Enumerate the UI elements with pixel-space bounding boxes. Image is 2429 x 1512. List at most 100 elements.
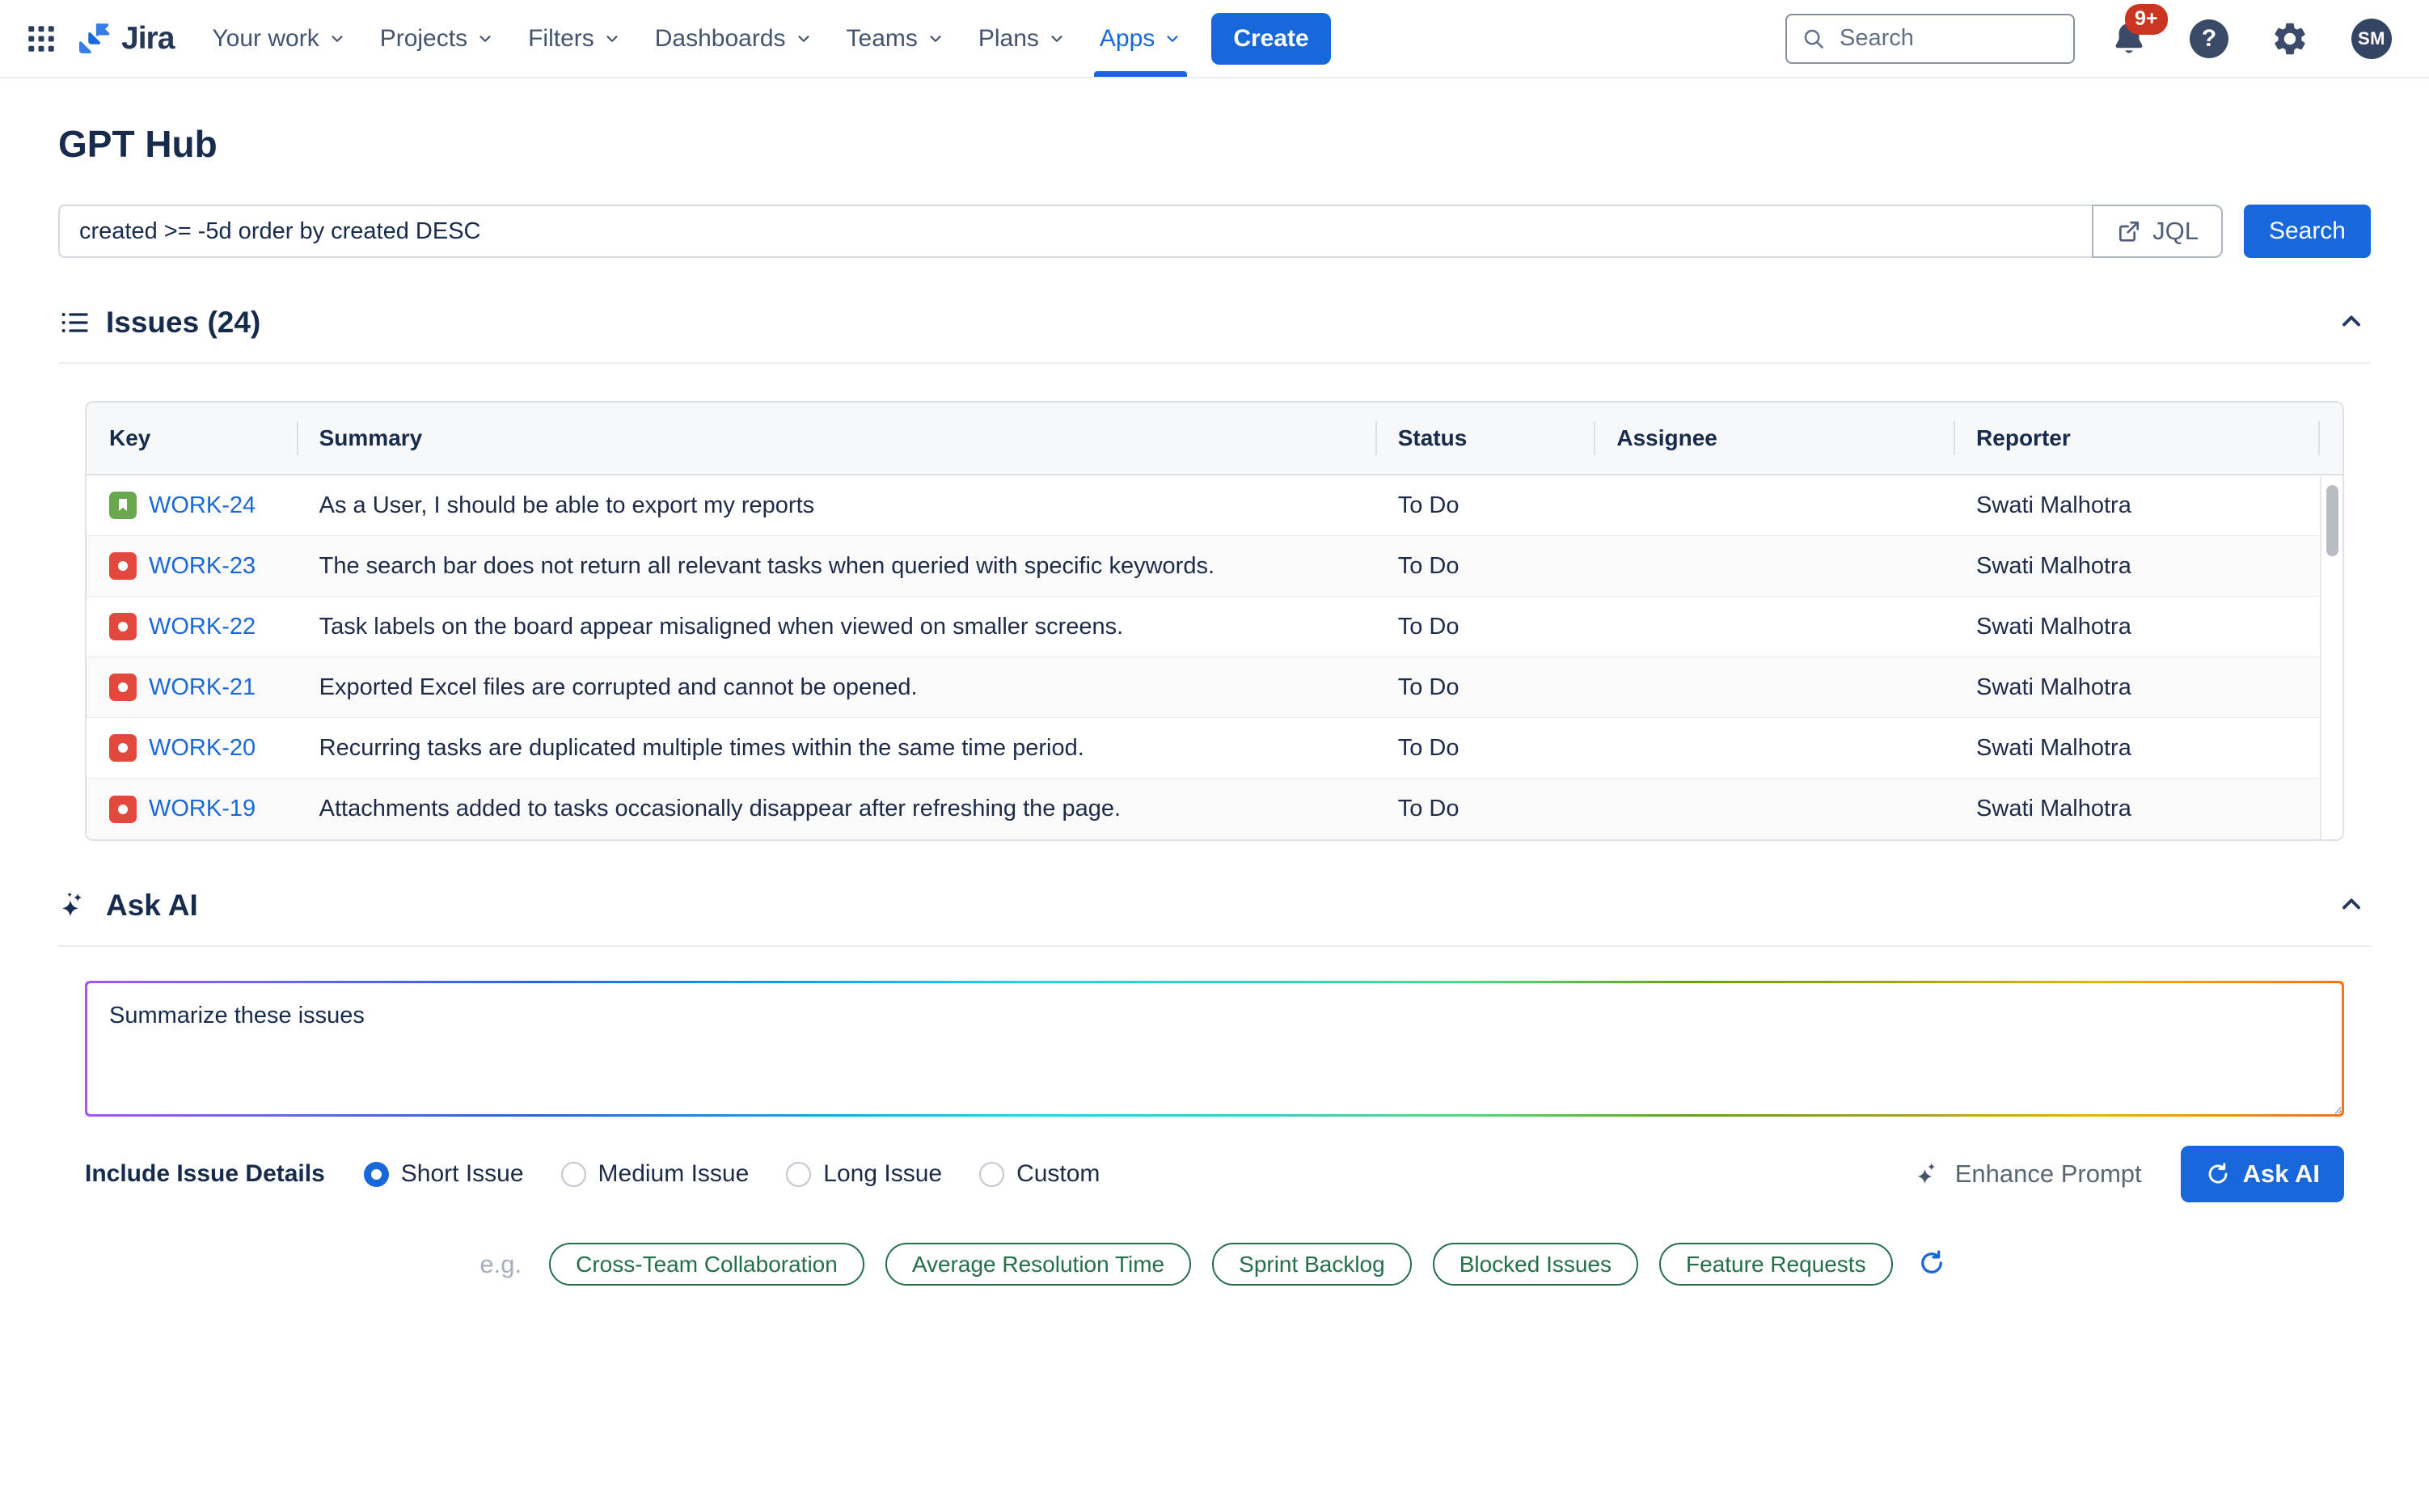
table-row[interactable]: WORK-23 The search bar does not return a… [87, 536, 2342, 597]
radio-icon [364, 1162, 389, 1187]
jql-input-group: JQL [58, 205, 2223, 258]
chevron-down-icon [328, 30, 346, 48]
create-button[interactable]: Create [1211, 13, 1330, 65]
issue-summary: Task labels on the board appear misalign… [297, 614, 1375, 640]
nav-item-projects[interactable]: Projects [363, 0, 511, 77]
issue-status: To Do [1375, 553, 1595, 580]
issue-status: To Do [1375, 674, 1595, 701]
ask-ai-section-header: Ask AI [58, 885, 2371, 926]
issue-summary: As a User, I should be able to export my… [297, 492, 1375, 519]
chevron-down-icon [795, 30, 813, 48]
settings-button[interactable] [2264, 13, 2316, 65]
prompt-gradient-border: Summarize these issues [85, 981, 2344, 1117]
issue-type-icon [109, 674, 137, 701]
table-row[interactable]: WORK-20 Recurring tasks are duplicated m… [87, 718, 2342, 779]
ask-ai-collapse-button[interactable] [2332, 885, 2371, 926]
issue-key-link[interactable]: WORK-21 [149, 674, 256, 701]
external-link-icon [2116, 218, 2142, 244]
nav-item-apps[interactable]: Apps [1083, 0, 1198, 77]
column-header-summary[interactable]: Summary [297, 403, 1375, 474]
issue-status: To Do [1375, 796, 1595, 822]
issue-status: To Do [1375, 614, 1595, 640]
column-header-reporter[interactable]: Reporter [1954, 403, 2320, 474]
bug-icon [109, 734, 137, 762]
jira-logo[interactable]: Jira [74, 19, 174, 58]
suggestion-pill-cross-team-collaboration[interactable]: Cross-Team Collaboration [549, 1243, 864, 1286]
scrollbar-thumb[interactable] [2326, 485, 2338, 556]
gear-icon [2271, 19, 2309, 58]
ask-ai-section-title: Ask AI [106, 889, 198, 923]
issue-key-link[interactable]: WORK-24 [149, 492, 256, 519]
nav-right: 9+ ? SM [1785, 12, 2398, 65]
suggestion-pill-sprint-backlog[interactable]: Sprint Backlog [1212, 1243, 1412, 1286]
suggestion-pill-average-resolution-time[interactable]: Average Resolution Time [885, 1243, 1191, 1286]
issue-type-icon [109, 796, 137, 823]
issue-type-icon [109, 734, 137, 762]
ask-ai-button[interactable]: Ask AI [2181, 1146, 2344, 1202]
suggestion-pill-feature-requests[interactable]: Feature Requests [1659, 1243, 1893, 1286]
column-header-key[interactable]: Key [87, 403, 297, 474]
radio-custom[interactable]: Custom [979, 1160, 1100, 1188]
notifications-button[interactable]: 9+ [2104, 14, 2154, 64]
issue-key-link[interactable]: WORK-23 [149, 553, 256, 580]
help-button[interactable]: ? [2183, 13, 2235, 65]
radio-icon [979, 1162, 1004, 1187]
column-header-status[interactable]: Status [1375, 403, 1595, 474]
nav-item-teams[interactable]: Teams [830, 0, 961, 77]
nav-item-plans[interactable]: Plans [961, 0, 1083, 77]
issue-key-link[interactable]: WORK-19 [149, 796, 256, 822]
nav-item-filters[interactable]: Filters [511, 0, 638, 77]
suggestion-pill-blocked-issues[interactable]: Blocked Issues [1433, 1243, 1638, 1286]
prompt-controls-row: Include Issue Details Short Issue Medium… [85, 1146, 2344, 1202]
column-header-assignee[interactable]: Assignee [1594, 403, 1954, 474]
issue-key-cell: WORK-24 [87, 492, 297, 519]
radio-icon [561, 1162, 586, 1187]
issue-reporter: Swati Malhotra [1954, 674, 2320, 701]
global-search-box[interactable] [1785, 14, 2075, 64]
sparkles-icon [58, 889, 91, 922]
table-row[interactable]: WORK-21 Exported Excel files are corrupt… [87, 657, 2342, 718]
jira-logo-text: Jira [121, 21, 174, 57]
radio-label: Custom [1016, 1160, 1100, 1188]
global-search-input[interactable] [1838, 24, 2059, 53]
jql-query-input[interactable] [58, 205, 2092, 258]
top-nav: Jira Your work Projects Filters Dashboar… [0, 0, 2429, 78]
jql-link-button[interactable]: JQL [2092, 205, 2223, 258]
issue-key-cell: WORK-21 [87, 674, 297, 701]
app-switcher-button[interactable] [18, 15, 65, 62]
nav-item-label: Filters [528, 25, 594, 53]
column-header-label: Status [1398, 425, 1468, 451]
refresh-suggestions-button[interactable] [1914, 1245, 1950, 1283]
issues-collapse-button[interactable] [2332, 302, 2371, 343]
radio-short-issue[interactable]: Short Issue [364, 1160, 524, 1188]
nav-item-label: Plans [978, 25, 1039, 53]
jql-search-button[interactable]: Search [2244, 205, 2371, 258]
nav-item-dashboards[interactable]: Dashboards [638, 0, 830, 77]
chevron-down-icon [1164, 30, 1181, 48]
section-divider [58, 362, 2371, 364]
suggestion-pills: Cross-Team Collaboration Average Resoluti… [549, 1243, 1892, 1286]
table-scrollbar [2320, 477, 2342, 839]
issue-reporter: Swati Malhotra [1954, 492, 2320, 519]
profile-button[interactable]: SM [2345, 12, 2398, 65]
radio-medium-issue[interactable]: Medium Issue [561, 1160, 750, 1188]
enhance-prompt-button[interactable]: Enhance Prompt [1909, 1159, 2147, 1189]
issue-key-link[interactable]: WORK-20 [149, 735, 256, 762]
chevron-down-icon [1048, 30, 1066, 48]
jql-button-label: JQL [2152, 217, 2199, 246]
ask-ai-section: Ask AI Summarize these issues Include Is… [58, 885, 2371, 1286]
radio-label: Medium Issue [598, 1160, 750, 1188]
table-row[interactable]: WORK-24 As a User, I should be able to e… [87, 475, 2342, 536]
table-row[interactable]: WORK-19 Attachments added to tasks occas… [87, 779, 2342, 839]
issue-key-cell: WORK-19 [87, 796, 297, 823]
ai-prompt-input[interactable]: Summarize these issues [87, 983, 2342, 1114]
issue-key-cell: WORK-23 [87, 552, 297, 580]
radio-long-issue[interactable]: Long Issue [786, 1160, 942, 1188]
issue-summary: The search bar does not return all relev… [297, 553, 1375, 580]
issues-section-title: Issues (24) [106, 306, 260, 340]
nav-item-your-work[interactable]: Your work [195, 0, 362, 77]
include-issue-details-label: Include Issue Details [85, 1160, 325, 1188]
issue-key-link[interactable]: WORK-22 [149, 614, 256, 640]
table-row[interactable]: WORK-22 Task labels on the board appear … [87, 597, 2342, 657]
nav-item-label: Dashboards [655, 25, 786, 53]
